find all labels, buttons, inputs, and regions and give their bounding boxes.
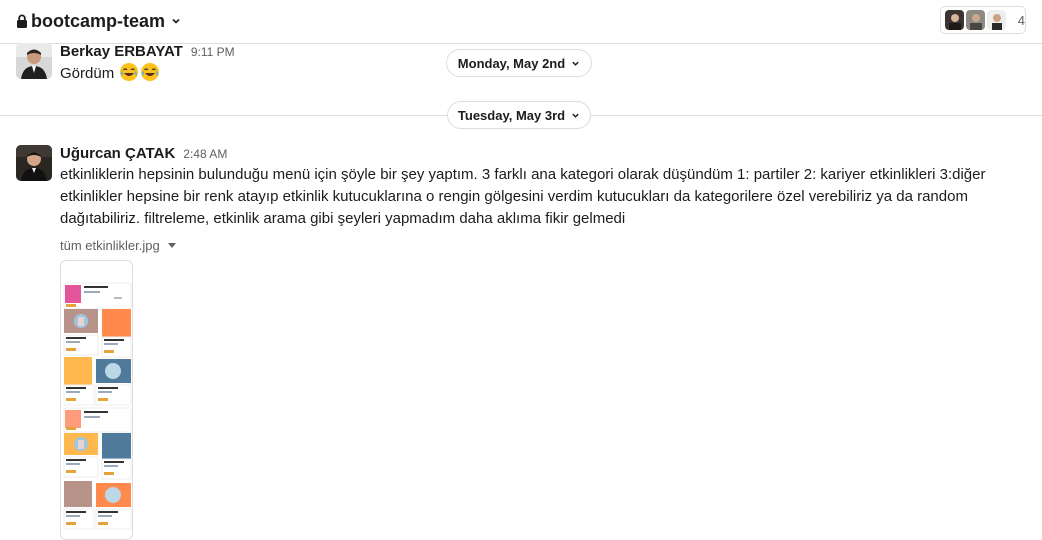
author-name[interactable]: Berkay ERBAYAT [60, 43, 183, 60]
timestamp[interactable]: 2:48 AM [183, 147, 227, 161]
message-text: Gördüm [60, 62, 160, 85]
file-name: tüm etkinlikler.jpg [60, 238, 160, 253]
message-text: etkinliklerin hepsinin bulunduğu menü iç… [60, 164, 1020, 230]
timestamp[interactable]: 9:11 PM [191, 45, 235, 59]
avatar[interactable] [16, 145, 52, 181]
member-avatar [965, 10, 985, 30]
joy-emoji-icon [141, 63, 160, 81]
channel-header: bootcamp-team 4 [0, 0, 1042, 44]
member-list-button[interactable]: 4 [940, 6, 1026, 34]
channel-name: bootcamp-team [31, 10, 166, 31]
caret-down-icon [167, 242, 176, 249]
chevron-down-icon [171, 16, 181, 26]
member-count: 4 [1017, 12, 1025, 28]
avatar[interactable] [16, 43, 52, 79]
message-body: Gördüm [60, 65, 115, 82]
author-name[interactable]: Uğurcan ÇATAK [60, 145, 175, 162]
message-header: Uğurcan ÇATAK 2:48 AM [60, 145, 227, 162]
message-line: etkinliklerin hepsinin bulunduğu menü iç… [60, 166, 986, 183]
channel-name-button[interactable]: bootcamp-team [16, 9, 181, 33]
member-avatar [986, 10, 1006, 30]
date-divider-tuesday[interactable]: Tuesday, May 3rd [447, 101, 591, 129]
date-divider-label: Tuesday, May 3rd [457, 107, 566, 123]
member-avatar [945, 10, 964, 30]
joy-emoji-icon [120, 63, 139, 81]
chevron-down-icon [571, 59, 580, 68]
date-divider-label: Monday, May 2nd [457, 55, 566, 71]
message-line: dağıtabiliriz. filtreleme, etkinlik aram… [60, 210, 626, 227]
message-line: etkinlikler hepsine bir renk atayıp etki… [60, 188, 968, 205]
date-divider-monday[interactable]: Monday, May 2nd [446, 49, 592, 77]
chevron-down-icon [571, 111, 580, 120]
message-header: Berkay ERBAYAT 9:11 PM [60, 43, 235, 60]
lock-icon [16, 14, 28, 28]
file-name-toggle[interactable]: tüm etkinlikler.jpg [60, 238, 176, 253]
image-attachment[interactable] [60, 260, 133, 540]
